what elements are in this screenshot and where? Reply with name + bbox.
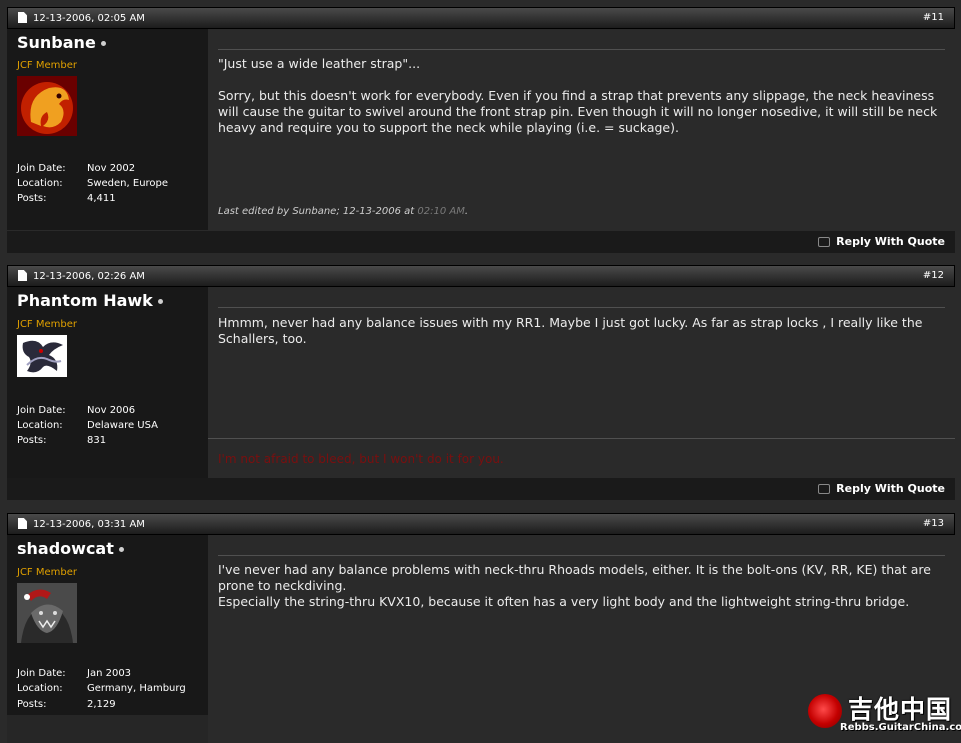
posts-value: 4,411	[87, 193, 116, 204]
document-icon	[18, 518, 27, 529]
username-link[interactable]: shadowcat	[17, 539, 124, 558]
post-content: "Just use a wide leather strap"... Sorry…	[208, 29, 955, 230]
location-value: Delaware USA	[87, 420, 158, 431]
avatar[interactable]	[17, 76, 77, 136]
location-label: Location:	[17, 420, 63, 431]
location-label: Location:	[17, 683, 63, 694]
reply-label[interactable]: Reply With Quote	[836, 235, 945, 248]
title-divider	[218, 307, 945, 308]
location-row: Location: Delaware USA	[17, 420, 158, 431]
title-divider	[218, 49, 945, 50]
join-date-value: Jan 2003	[87, 668, 132, 679]
post-12: 12-13-2006, 02:26 AM #12 Phantom Hawk JC…	[7, 265, 955, 500]
quote-icon	[818, 237, 831, 247]
join-date-row: Join Date: Nov 2006	[17, 405, 135, 416]
post-number-link[interactable]: #12	[923, 270, 944, 281]
post-11: 12-13-2006, 02:05 AM #11 Sunbane JCF Mem…	[7, 7, 955, 253]
join-date-value: Nov 2006	[87, 405, 136, 416]
user-title: JCF Member	[17, 567, 77, 578]
posts-row: Posts: 831	[17, 435, 106, 446]
online-status-icon	[157, 299, 163, 304]
post-header: 12-13-2006, 02:05 AM #11	[7, 7, 955, 29]
reply-label[interactable]: Reply With Quote	[836, 482, 945, 495]
user-info-panel: Phantom Hawk JCF Member Join Date: Nov 20…	[7, 287, 208, 478]
post-message: "Just use a wide leather strap"... Sorry…	[218, 56, 938, 135]
user-info-panel: Sunbane JCF Member Join Date: Nov 2002 Lo…	[7, 29, 208, 230]
online-status-icon	[100, 41, 106, 46]
avatar[interactable]	[17, 583, 77, 643]
post-body: Phantom Hawk JCF Member Join Date: Nov 20…	[7, 287, 955, 478]
quote-icon	[818, 484, 831, 494]
join-date-label: Join Date:	[17, 668, 66, 679]
signature: I'm not afraid to bleed, but I won't do …	[218, 452, 504, 466]
watermark-url: Rebbs.GuitarChina.com	[840, 722, 961, 733]
username[interactable]: shadowcat	[17, 539, 114, 558]
post-date: 12-13-2006, 02:05 AM	[33, 13, 145, 24]
avatar[interactable]	[17, 335, 67, 377]
location-value: Germany, Hamburg	[87, 683, 186, 694]
edit-time: 02:10 AM	[417, 206, 465, 217]
username-link[interactable]: Phantom Hawk	[17, 291, 163, 310]
join-date-row: Join Date: Nov 2002	[17, 163, 135, 174]
join-date-value: Nov 2002	[87, 163, 136, 174]
location-row: Location: Germany, Hamburg	[17, 683, 186, 694]
join-date-label: Join Date:	[17, 405, 66, 416]
posts-value: 831	[87, 435, 107, 446]
posts-label: Posts:	[17, 193, 47, 204]
username[interactable]: Sunbane	[17, 33, 96, 52]
post-date: 12-13-2006, 03:31 AM	[33, 519, 145, 530]
user-title: JCF Member	[17, 319, 77, 330]
post-number-link[interactable]: #13	[923, 518, 944, 529]
user-info-panel: shadowcat JCF Member Join Date: Jan 2003 …	[7, 535, 208, 715]
location-row: Location: Sweden, Europe	[17, 178, 168, 189]
posts-label: Posts:	[17, 435, 47, 446]
post-footer: Reply With Quote	[7, 231, 955, 253]
reply-with-quote-button[interactable]: Reply With Quote	[818, 482, 945, 495]
post-number-link[interactable]: #11	[923, 12, 944, 23]
watermark-chinese-text: 吉他中国	[848, 695, 953, 724]
title-divider	[218, 555, 945, 556]
edit-note: Last edited by Sunbane; 12-13-2006 at 02…	[218, 206, 468, 217]
user-title: JCF Member	[17, 60, 77, 71]
online-status-icon	[118, 547, 124, 552]
username[interactable]: Phantom Hawk	[17, 291, 153, 310]
post-header: 12-13-2006, 03:31 AM #13	[7, 513, 955, 535]
post-content: Hmmm, never had any balance issues with …	[208, 287, 955, 478]
post-date: 12-13-2006, 02:26 AM	[33, 271, 145, 282]
post-message: Hmmm, never had any balance issues with …	[218, 315, 927, 346]
join-date-row: Join Date: Jan 2003	[17, 668, 131, 679]
posts-row: Posts: 4,411	[17, 193, 116, 204]
post-header: 12-13-2006, 02:26 AM #12	[7, 265, 955, 287]
posts-value: 2,129	[87, 699, 116, 710]
edit-suffix: .	[464, 206, 469, 217]
guitarchina-logo-icon	[808, 694, 842, 728]
join-date-label: Join Date:	[17, 163, 66, 174]
posts-row: Posts: 2,129	[17, 699, 116, 710]
post-footer: Reply With Quote	[7, 478, 955, 500]
post-body: Sunbane JCF Member Join Date: Nov 2002 Lo…	[7, 29, 955, 230]
reply-with-quote-button[interactable]: Reply With Quote	[818, 235, 945, 248]
location-label: Location:	[17, 178, 63, 189]
site-watermark: 吉他中国 Rebbs.GuitarChina.com	[808, 690, 961, 736]
document-icon	[18, 270, 27, 281]
location-value: Sweden, Europe	[87, 178, 169, 189]
document-icon	[18, 12, 27, 23]
username-link[interactable]: Sunbane	[17, 33, 106, 52]
post-message: I've never had any balance problems with…	[218, 562, 931, 609]
signature-divider	[208, 438, 955, 439]
edit-note-text: Last edited by Sunbane; 12-13-2006 at	[218, 206, 418, 217]
posts-label: Posts:	[17, 699, 47, 710]
